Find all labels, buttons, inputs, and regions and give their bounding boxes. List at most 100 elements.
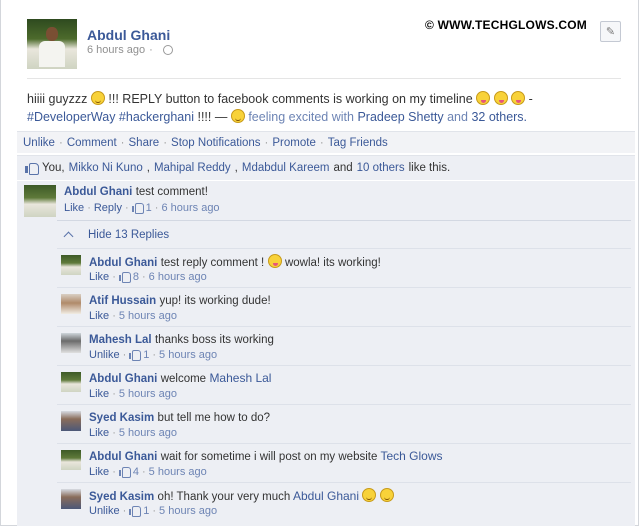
post-meta: 6 hours ago · bbox=[87, 44, 173, 56]
unlike-button[interactable]: Unlike bbox=[89, 505, 120, 517]
reply-author-link[interactable]: Abdul Ghani bbox=[89, 257, 157, 269]
mention-link[interactable]: Tech Glows bbox=[380, 449, 442, 463]
avatar[interactable] bbox=[61, 333, 81, 353]
avatar[interactable] bbox=[24, 185, 56, 217]
like-button[interactable]: Like bbox=[64, 202, 84, 214]
reply-author-link[interactable]: Syed Kasim bbox=[89, 412, 154, 424]
stop-notifications-button[interactable]: Stop Notifications bbox=[171, 137, 261, 149]
tongue-emoji-icon bbox=[476, 91, 491, 105]
avatar[interactable] bbox=[61, 489, 81, 509]
reply-time[interactable]: 5 hours ago bbox=[119, 388, 177, 400]
comment-author-link[interactable]: Abdul Ghani bbox=[64, 186, 132, 198]
liker-link[interactable]: Mahipal Reddy bbox=[154, 162, 231, 174]
post-actions-bar: Unlike · Comment · Share · Stop Notificatio… bbox=[17, 131, 635, 153]
reply-item: Syed Kasim but tell me how to do? Like · 5… bbox=[57, 404, 631, 443]
like-count[interactable]: 1 bbox=[146, 202, 152, 214]
hashtags-link[interactable]: #DeveloperWay #hackerghani bbox=[27, 110, 194, 124]
promote-button[interactable]: Promote bbox=[272, 137, 315, 149]
avatar[interactable] bbox=[61, 294, 81, 314]
dot-separator: · bbox=[149, 44, 153, 56]
comment-text: test comment! bbox=[135, 186, 208, 198]
likes-you: You, bbox=[42, 162, 65, 174]
reply-item: Atif Hussain yup! its working dude! Like… bbox=[57, 287, 631, 326]
like-button[interactable]: Like bbox=[89, 310, 109, 322]
others-link[interactable]: 32 others. bbox=[471, 110, 527, 124]
post-text-4: !!!! — bbox=[197, 110, 228, 124]
share-button[interactable]: Share bbox=[129, 137, 160, 149]
like-button[interactable]: Like bbox=[89, 427, 109, 439]
feeling-text: feeling excited with bbox=[248, 110, 354, 124]
post-time[interactable]: 6 hours ago bbox=[87, 44, 145, 56]
liker-link[interactable]: Mikko Ni Kuno bbox=[69, 162, 143, 174]
like-count[interactable]: 8 bbox=[133, 271, 139, 283]
divider bbox=[27, 78, 621, 79]
reply-time[interactable]: 5 hours ago bbox=[159, 505, 217, 517]
reply-time[interactable]: 5 hours ago bbox=[159, 349, 217, 361]
reply-time[interactable]: 5 hours ago bbox=[149, 466, 207, 478]
facebook-post: Abdul Ghani 6 hours ago · © WWW.TECHGLOW… bbox=[0, 0, 639, 526]
avatar[interactable] bbox=[61, 255, 81, 275]
reply-author-link[interactable]: Mahesh Lal bbox=[89, 334, 152, 346]
pencil-icon: ✎ bbox=[605, 26, 616, 38]
mention-link[interactable]: Abdul Ghani bbox=[293, 489, 359, 503]
unlike-button[interactable]: Unlike bbox=[23, 137, 55, 149]
comment: Abdul Ghani test comment! Like · Reply · 1… bbox=[17, 181, 635, 219]
comment-meta: Like · Reply · 1 · 6 hours ago bbox=[64, 202, 220, 214]
reply-button[interactable]: Reply bbox=[94, 202, 122, 214]
liker-link[interactable]: Mdabdul Kareem bbox=[242, 162, 330, 174]
likes-tail: like this. bbox=[408, 162, 451, 174]
reply-text: thanks boss its working bbox=[154, 334, 274, 346]
hide-replies-label[interactable]: Hide 13 Replies bbox=[88, 229, 169, 241]
and-text: and bbox=[447, 110, 468, 124]
likes-summary: You, Mikko Ni Kuno, Mahipal Reddy, Mdabd… bbox=[17, 155, 635, 180]
avatar[interactable] bbox=[61, 411, 81, 431]
reply-item: Abdul Ghani test reply comment ! wowla! … bbox=[57, 248, 631, 287]
reply-text: wowla! its working! bbox=[284, 257, 381, 269]
reply-author-link[interactable]: Abdul Ghani bbox=[89, 373, 157, 385]
reply-text: yup! its working dude! bbox=[159, 295, 271, 307]
globe-icon[interactable] bbox=[162, 45, 173, 55]
thumbs-up-icon bbox=[131, 203, 144, 214]
thumbs-up-icon bbox=[118, 272, 131, 283]
avatar[interactable] bbox=[61, 450, 81, 470]
reply-time[interactable]: 5 hours ago bbox=[119, 427, 177, 439]
tagged-person-link[interactable]: Pradeep Shetty bbox=[357, 110, 443, 124]
like-count[interactable]: 4 bbox=[133, 466, 139, 478]
comment-button[interactable]: Comment bbox=[67, 137, 117, 149]
reply-author-link[interactable]: Abdul Ghani bbox=[89, 451, 157, 463]
smile-emoji-icon bbox=[379, 488, 394, 502]
edit-pencil-button[interactable]: ✎ bbox=[600, 21, 621, 42]
author-avatar[interactable] bbox=[27, 19, 77, 69]
like-button[interactable]: Like bbox=[89, 388, 109, 400]
replies-container: Hide 13 Replies Abdul Ghani test reply c… bbox=[57, 220, 631, 526]
thumbs-up-icon bbox=[129, 506, 142, 517]
like-count[interactable]: 1 bbox=[143, 505, 149, 517]
reply-item: Mahesh Lal thanks boss its working Unlik… bbox=[57, 326, 631, 365]
like-button[interactable]: Like bbox=[89, 466, 109, 478]
post-text-3: - bbox=[528, 92, 533, 106]
reply-text: wait for sometime i will post on my webs… bbox=[160, 451, 378, 463]
like-count[interactable]: 1 bbox=[143, 349, 149, 361]
reply-author-link[interactable]: Syed Kasim bbox=[89, 491, 154, 503]
unlike-button[interactable]: Unlike bbox=[89, 349, 120, 361]
reply-text: test reply comment ! bbox=[160, 257, 265, 269]
comment-time[interactable]: 6 hours ago bbox=[161, 202, 219, 214]
thumbs-up-icon bbox=[118, 467, 131, 478]
reply-time[interactable]: 5 hours ago bbox=[119, 310, 177, 322]
reply-author-link[interactable]: Atif Hussain bbox=[89, 295, 156, 307]
chevron-up-icon bbox=[63, 231, 74, 242]
mention-link[interactable]: Mahesh Lal bbox=[209, 371, 271, 385]
tag-friends-button[interactable]: Tag Friends bbox=[328, 137, 388, 149]
reply-time[interactable]: 6 hours ago bbox=[149, 271, 207, 283]
post-text: hiiii guyzzz !!! REPLY button to faceboo… bbox=[27, 90, 623, 126]
hide-replies-row[interactable]: Hide 13 Replies bbox=[57, 220, 631, 248]
like-button[interactable]: Like bbox=[89, 271, 109, 283]
tongue-emoji-icon bbox=[493, 91, 508, 105]
reply-text: welcome bbox=[160, 373, 207, 385]
reply-item: Syed Kasim oh! Thank your very much Abdu… bbox=[57, 482, 631, 521]
avatar[interactable] bbox=[61, 372, 81, 392]
likes-others-link[interactable]: 10 others bbox=[357, 162, 405, 174]
thumbs-up-icon bbox=[25, 162, 39, 175]
author-name-link[interactable]: Abdul Ghani bbox=[87, 27, 170, 43]
reply-item: Abdul Ghani welcome Mahesh Lal Like · 5 ho… bbox=[57, 365, 631, 404]
